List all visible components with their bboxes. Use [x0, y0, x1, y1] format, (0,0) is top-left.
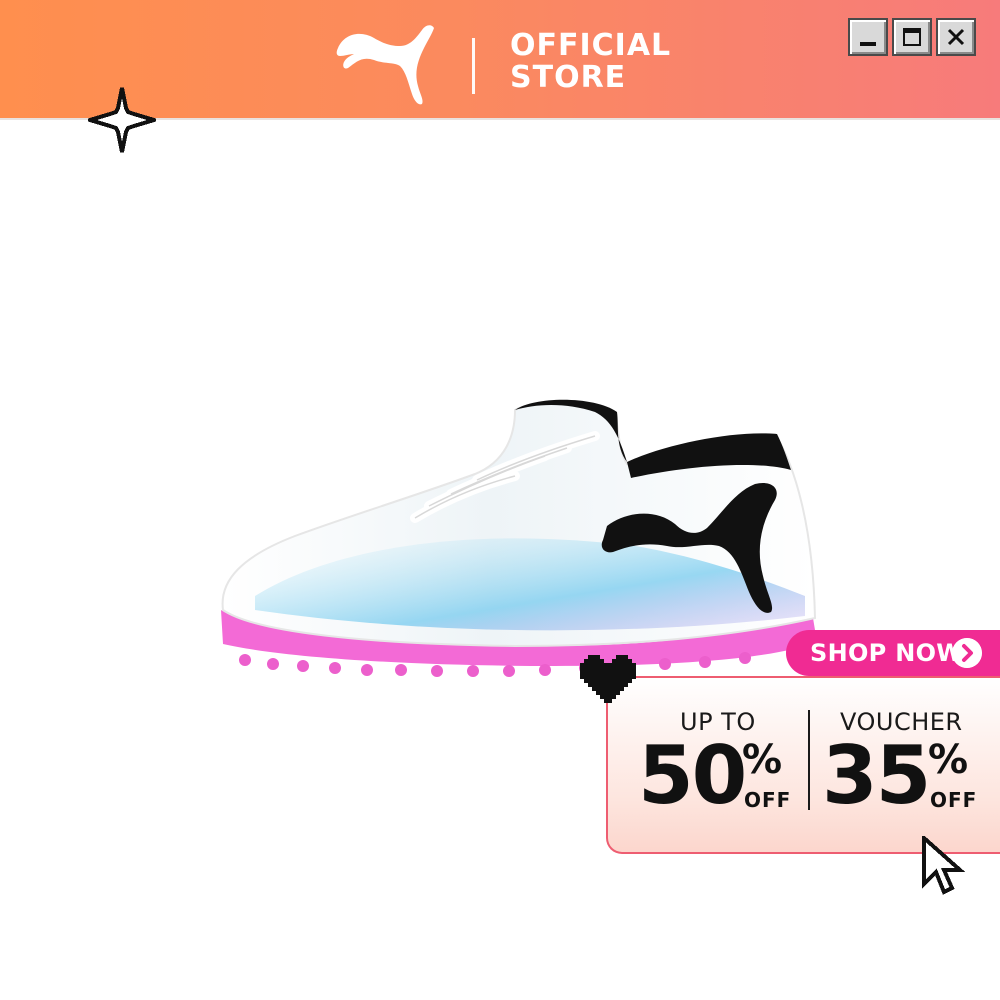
brand-text-line1: OFFICIAL [510, 28, 672, 63]
maximize-icon [903, 28, 921, 46]
discount-percent-sign: % [742, 737, 783, 783]
voucher-off-label: OFF [930, 788, 978, 812]
shop-now-label: SHOP NOW [810, 639, 964, 667]
chevron-right-icon [952, 638, 982, 668]
brand-text: OFFICIAL STORE [510, 30, 671, 94]
discount-value: 50 [638, 729, 747, 822]
puma-cat-logo-icon [336, 25, 434, 105]
discount-off-label: OFF [744, 788, 792, 812]
close-icon [947, 28, 965, 46]
sparkle-icon [88, 87, 156, 153]
pixel-heart-icon [580, 655, 636, 703]
football-turf-shoe-image [221, 399, 817, 677]
maximize-button[interactable] [892, 18, 932, 56]
pointer-cursor-icon [922, 836, 966, 895]
brand-separator [472, 38, 475, 94]
minimize-icon [860, 42, 876, 46]
brand-text-line2: STORE [510, 60, 627, 95]
promo-card: UP TO 50 % OFF VOUCHER 35 % OFF [606, 676, 1000, 854]
voucher-percent-sign: % [928, 737, 969, 783]
minimize-button[interactable] [848, 18, 888, 56]
close-button[interactable] [936, 18, 976, 56]
shop-now-button[interactable]: SHOP NOW [786, 630, 1000, 676]
promo-divider [808, 710, 810, 810]
window-controls [848, 18, 976, 56]
voucher-value: 35 [822, 729, 931, 822]
